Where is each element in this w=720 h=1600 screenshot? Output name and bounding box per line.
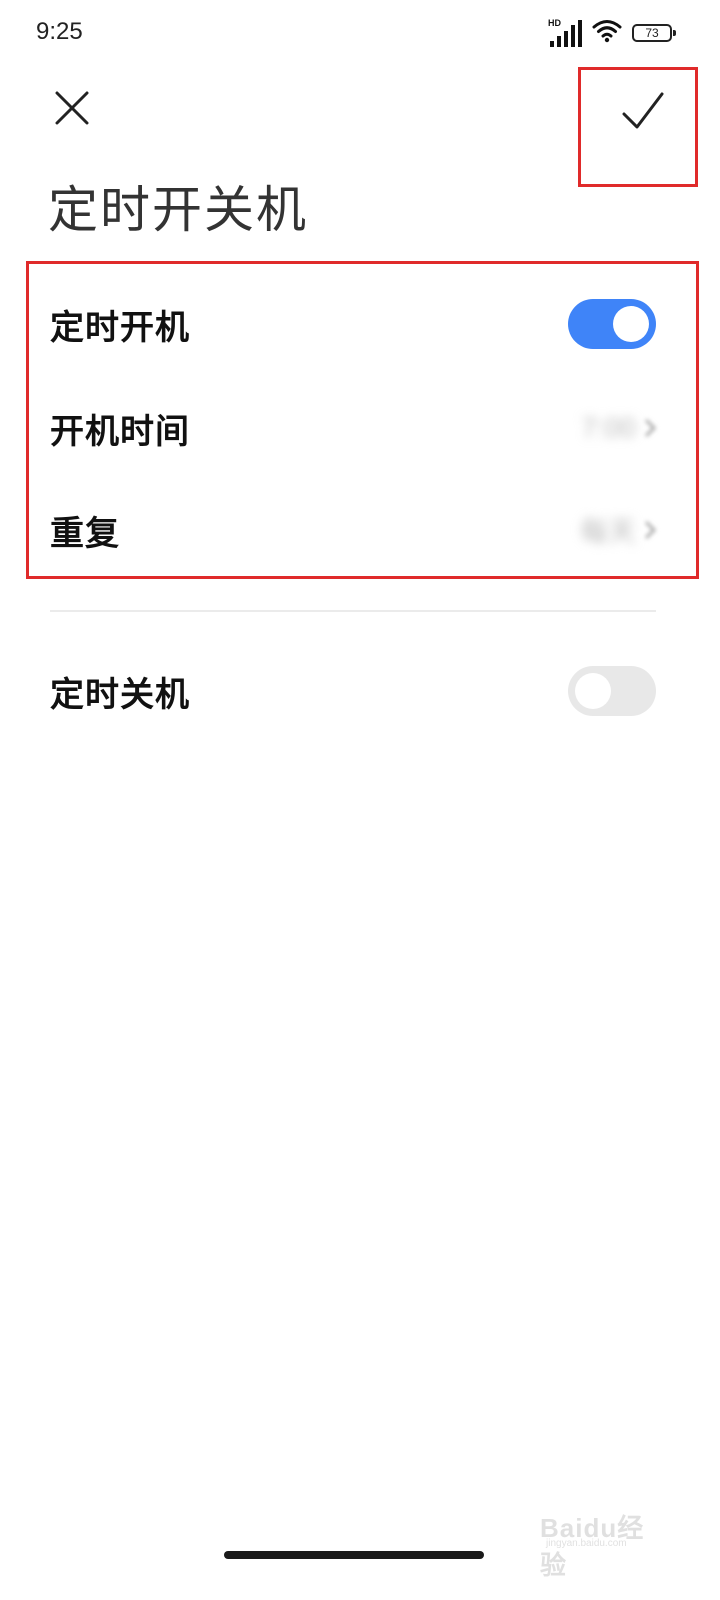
watermark-sub: jingyan.baidu.com: [546, 1538, 627, 1549]
battery-level: 73: [645, 26, 659, 40]
section-divider: [50, 610, 656, 612]
status-time: 9:25: [36, 18, 83, 45]
power-off-toggle-row[interactable]: 定时关机: [50, 651, 656, 731]
power-on-toggle-row[interactable]: 定时开机: [50, 284, 656, 364]
power-off-toggle[interactable]: [568, 666, 656, 716]
repeat-label: 重复: [50, 513, 120, 554]
toggle-knob: [613, 306, 649, 342]
status-bar: 9:25 HD 73: [0, 0, 720, 66]
repeat-picker[interactable]: 每天: [580, 510, 656, 550]
chevron-right-icon: [644, 520, 656, 540]
power-on-time-row[interactable]: 开机时间 7:00: [50, 388, 656, 468]
power-on-time-picker[interactable]: 7:00: [581, 412, 656, 444]
baidu-watermark: Baidu经验 jingyan.baidu.com: [540, 1500, 670, 1580]
power-on-time-value: 7:00: [581, 412, 637, 443]
battery-icon: 73: [632, 24, 676, 42]
close-icon: [55, 91, 89, 125]
home-indicator[interactable]: [224, 1551, 484, 1559]
power-on-toggle[interactable]: [568, 299, 656, 349]
close-button[interactable]: [42, 78, 102, 138]
chevron-right-icon: [644, 418, 656, 438]
power-on-time-label: 开机时间: [50, 411, 190, 452]
power-on-label: 定时开机: [50, 307, 190, 348]
repeat-value: 每天: [579, 516, 636, 547]
status-icons: HD 73: [548, 18, 676, 48]
check-icon: [622, 92, 664, 129]
power-off-label: 定时关机: [50, 674, 190, 715]
wifi-icon: [592, 19, 622, 47]
page-title: 定时开关机: [48, 181, 308, 239]
confirm-button[interactable]: [578, 67, 698, 187]
repeat-row[interactable]: 重复 每天: [50, 490, 656, 570]
toggle-knob: [575, 673, 611, 709]
signal-icon: HD: [548, 19, 582, 47]
